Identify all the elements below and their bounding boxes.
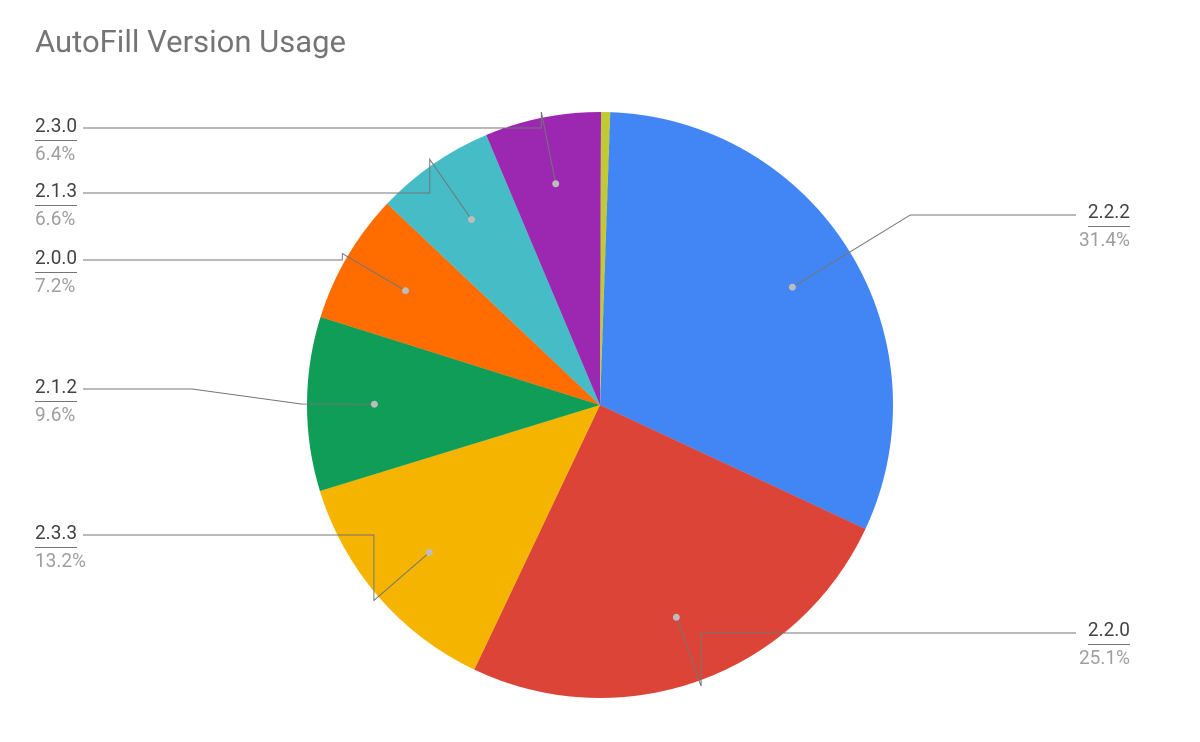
slice-percent: 7.2% [35, 274, 75, 297]
slice-name: 2.0.0 [35, 245, 77, 273]
slice-percent: 25.1% [1079, 646, 1130, 669]
leader-dot [371, 401, 378, 408]
slice-percent: 6.6% [35, 207, 75, 230]
pie-chart [0, 0, 1200, 742]
slice-percent: 31.4% [1079, 228, 1130, 251]
slice-label-213: 2.1.3 6.6% [35, 178, 77, 232]
leader-dot [426, 549, 433, 556]
slice-percent: 6.4% [35, 142, 75, 165]
slice-name: 2.3.3 [35, 520, 77, 548]
leader-dot [789, 284, 796, 291]
leader-dot [402, 287, 409, 294]
leader-dot [552, 180, 559, 187]
slice-label-220: 2.2.0 25.1% [1079, 617, 1130, 671]
slice-name: 2.1.2 [35, 374, 77, 402]
slice-percent: 13.2% [35, 549, 86, 572]
slice-percent: 9.6% [35, 403, 75, 426]
leader-dot [673, 614, 680, 621]
slice-name: 2.2.0 [1088, 617, 1130, 645]
slice-label-222: 2.2.2 31.4% [1079, 199, 1130, 253]
slice-name: 2.3.0 [35, 113, 77, 141]
slice-label-233: 2.3.3 13.2% [35, 520, 86, 574]
slice-label-200: 2.0.0 7.2% [35, 245, 77, 299]
leader-dot [468, 216, 475, 223]
slice-name: 2.1.3 [35, 178, 77, 206]
slice-label-212: 2.1.2 9.6% [35, 374, 77, 428]
slice-label-230: 2.3.0 6.4% [35, 113, 77, 167]
slice-name: 2.2.2 [1088, 199, 1130, 227]
